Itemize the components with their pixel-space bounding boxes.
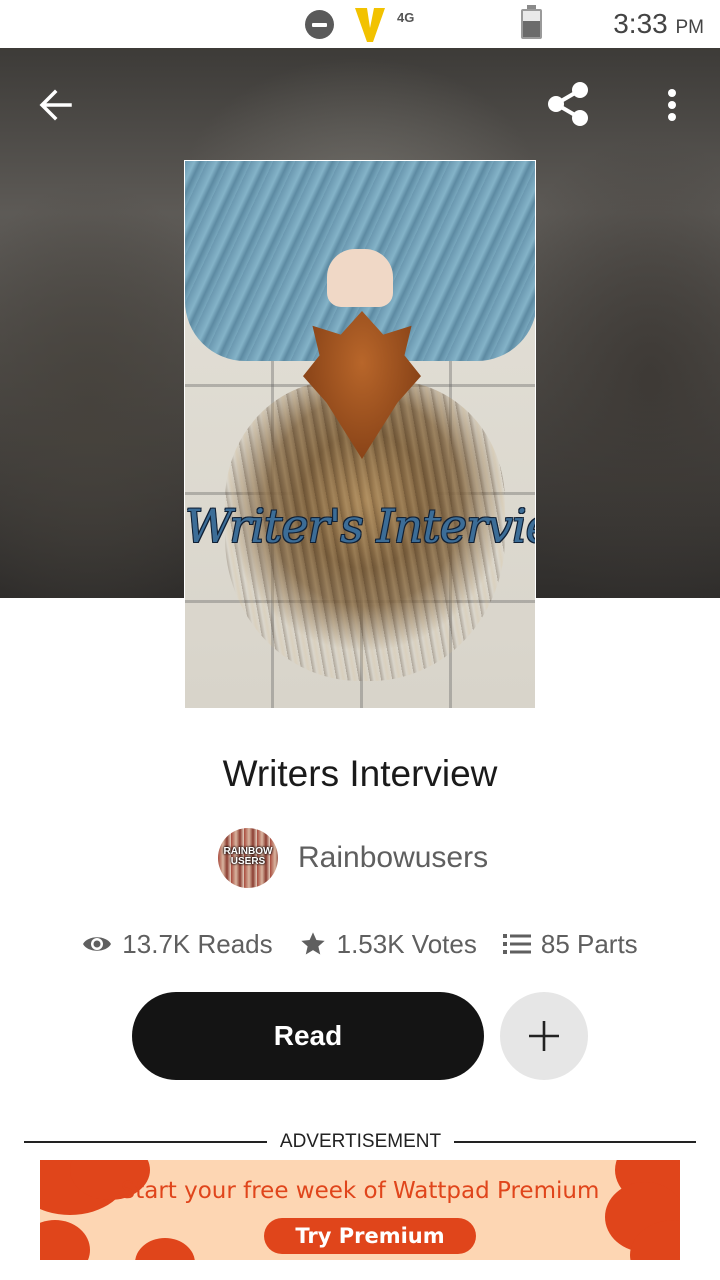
stat-parts: 85 Parts [502, 928, 638, 960]
parts-count: 85 Parts [540, 928, 638, 959]
status-bar: 4G 3:33 PM [0, 0, 720, 48]
try-premium-button[interactable]: Try Premium [264, 1218, 476, 1254]
ad-banner[interactable]: Start your free week of Wattpad Premium … [40, 1160, 680, 1260]
star-icon [300, 932, 325, 955]
back-button[interactable] [24, 78, 88, 132]
ad-divider-left [24, 1141, 267, 1143]
battery-icon [521, 5, 542, 39]
network-type-label: 4G [397, 10, 415, 25]
cover-title-text: Writer's Interviews [185, 499, 535, 553]
story-stats: 13.7K Reads 1.53K Votes 85 Parts [0, 922, 720, 966]
add-to-library-button[interactable] [500, 992, 588, 1080]
ad-decor-blob [40, 1220, 90, 1260]
eye-icon [83, 937, 112, 951]
share-icon [548, 82, 588, 126]
status-clock: 3:33 PM [613, 8, 704, 40]
clock-ampm: PM [675, 17, 705, 38]
share-button[interactable] [538, 76, 598, 132]
author-name[interactable]: Rainbowusers [298, 841, 488, 875]
carrier-icon [355, 8, 385, 42]
votes-count: 1.53K Votes [336, 928, 477, 959]
do-not-disturb-icon [305, 10, 334, 39]
stat-reads: 13.7K Reads [82, 928, 273, 960]
reads-count: 13.7K Reads [122, 928, 273, 959]
cover-hands-art [327, 249, 393, 307]
more-vert-icon [668, 89, 676, 121]
back-arrow-icon [39, 89, 72, 121]
author-avatar[interactable]: RAINBOW USERS [218, 828, 278, 888]
story-cover[interactable]: Writer's Interviews [184, 160, 536, 709]
read-button[interactable]: Read [132, 992, 484, 1080]
stat-votes: 1.53K Votes [299, 929, 477, 960]
ad-decor-blob [135, 1238, 195, 1260]
more-options-button[interactable] [652, 78, 692, 132]
list-icon [502, 934, 531, 954]
plus-icon [529, 1021, 559, 1051]
story-title: Writers Interview [222, 753, 498, 794]
ad-divider-right [454, 1141, 696, 1143]
author-row[interactable]: RAINBOW USERS Rainbowusers [218, 828, 488, 888]
ad-headline: Start your free week of Wattpad Premium [120, 1178, 600, 1204]
avatar-label: RAINBOW USERS [223, 846, 273, 867]
ad-label: ADVERTISEMENT [279, 1131, 442, 1152]
clock-time: 3:33 [613, 8, 668, 39]
